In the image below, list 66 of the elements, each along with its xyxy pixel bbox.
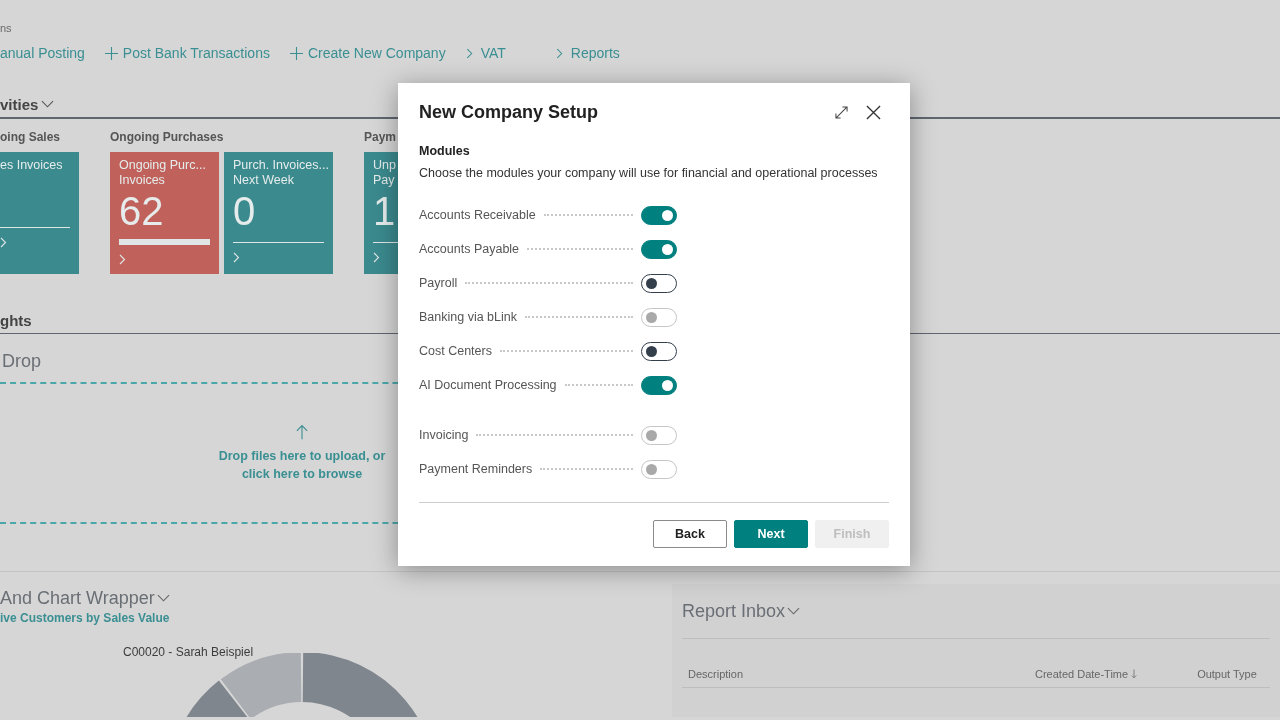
toggle-switch[interactable] bbox=[641, 341, 677, 361]
chevron-right-icon bbox=[0, 237, 7, 248]
part-title: Drop bbox=[1, 350, 41, 372]
action-link[interactable]: anual Posting bbox=[0, 45, 85, 61]
part-title: Report Inbox bbox=[682, 600, 786, 622]
tile-label: Pay bbox=[373, 173, 395, 188]
column-header[interactable]: Output Type bbox=[1197, 668, 1257, 680]
chart-title-link[interactable]: ive Customers by Sales Value bbox=[0, 611, 170, 625]
module-label: Accounts Payable bbox=[419, 242, 520, 256]
tile-value: 62 bbox=[119, 189, 164, 233]
slice-label: C00020 - Sarah Beispiel bbox=[123, 645, 254, 659]
column-header[interactable]: Description bbox=[688, 668, 1035, 680]
upload-arrow-icon bbox=[296, 423, 308, 441]
toggle-switch[interactable] bbox=[641, 375, 677, 395]
module-label: Cost Centers bbox=[419, 344, 492, 358]
module-label: Invoicing bbox=[419, 428, 469, 442]
module-label: Banking via bLink bbox=[419, 310, 517, 324]
part-title: And Chart Wrapper bbox=[0, 587, 155, 609]
toggle-switch[interactable] bbox=[641, 273, 677, 293]
action-link[interactable]: Create New Company bbox=[289, 45, 446, 61]
tile-value: 1 bbox=[373, 189, 396, 233]
close-icon[interactable] bbox=[866, 104, 881, 120]
dialog-button[interactable]: Next bbox=[734, 520, 808, 548]
chevron-down-icon[interactable] bbox=[156, 594, 170, 602]
activity-tile[interactable]: Ongoing Purc... Invoices 62 bbox=[110, 152, 219, 274]
plus-icon bbox=[289, 46, 303, 60]
chevron-down-icon[interactable] bbox=[41, 100, 55, 108]
dialog-title: New Company Setup bbox=[419, 101, 600, 123]
tile-label: Invoices bbox=[119, 173, 165, 188]
section-description: Choose the modules your company will use for financial and operational processes bbox=[419, 166, 879, 180]
chevron-right-icon bbox=[119, 254, 126, 265]
section-heading: Modules bbox=[419, 144, 470, 158]
tile-group-title: Paym bbox=[364, 130, 397, 144]
plus-icon bbox=[104, 46, 118, 60]
tile-value: 0 bbox=[233, 189, 256, 233]
activity-tile[interactable]: Unp Pay 1 bbox=[364, 152, 398, 274]
tile-label: Ongoing Purc... bbox=[119, 158, 206, 173]
chevron-right-icon bbox=[555, 47, 563, 59]
activity-tile[interactable]: Purch. Invoices... Next Week 0 bbox=[224, 152, 333, 274]
dialog-button[interactable]: Back bbox=[653, 520, 727, 548]
expand-icon[interactable] bbox=[835, 105, 848, 119]
chevron-down-icon[interactable] bbox=[787, 607, 801, 615]
action-link[interactable]: VAT bbox=[465, 45, 506, 61]
tile-group-title: oing Sales bbox=[0, 130, 61, 144]
chevron-right-icon bbox=[373, 252, 380, 263]
chevron-right-icon bbox=[465, 47, 473, 59]
toggle-switch[interactable] bbox=[641, 205, 677, 225]
tile-group-title: Ongoing Purchases bbox=[110, 130, 224, 144]
tile-label: Next Week bbox=[233, 173, 294, 188]
module-label: Payroll bbox=[419, 276, 458, 290]
drop-instructions: Drop files here to upload, or click here to browse bbox=[217, 447, 387, 483]
toggle-switch[interactable] bbox=[641, 239, 677, 259]
module-label: Accounts Receivable bbox=[419, 208, 536, 222]
sort-down-icon bbox=[1131, 669, 1138, 679]
column-header[interactable]: Created Date-Time bbox=[1035, 668, 1129, 680]
tile-label: es Invoices bbox=[0, 158, 63, 173]
tile-label: Purch. Invoices... bbox=[233, 158, 329, 173]
tile-label: Unp bbox=[373, 158, 396, 173]
section-title: ghts bbox=[0, 312, 32, 329]
breadcrumb: ns bbox=[0, 21, 12, 35]
chevron-right-icon bbox=[233, 252, 240, 263]
activity-tile[interactable]: es Invoices bbox=[0, 152, 79, 274]
action-link[interactable]: Reports bbox=[555, 45, 620, 61]
action-link[interactable]: Post Bank Transactions bbox=[104, 45, 270, 61]
section-title: vities bbox=[0, 95, 39, 113]
module-label: Payment Reminders bbox=[419, 462, 533, 476]
